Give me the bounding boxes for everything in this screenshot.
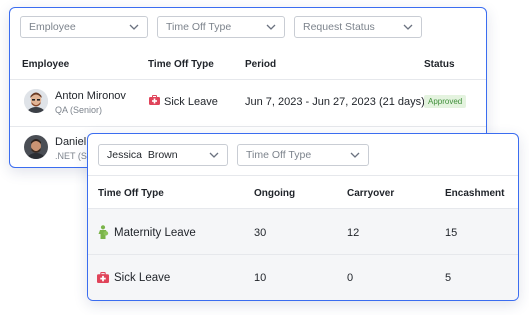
time-off-type-filter-label: Time Off Type [246, 149, 312, 161]
period: Jun 7, 2023 - Jun 27, 2023 (21 days) [245, 96, 425, 108]
time-off-type-filter[interactable]: Time Off Type [237, 144, 369, 166]
column-header-employee[interactable]: Employee [22, 59, 69, 70]
maternity-icon [98, 225, 109, 239]
time-off-type-filter[interactable]: Time Off Type [157, 16, 285, 38]
chevron-down-icon [209, 152, 219, 158]
period-range: Jun 7, 2023 - Jun 27, 2023 [245, 96, 376, 108]
employee-name[interactable]: Anton Mironov [55, 90, 126, 102]
ongoing-value: 10 [254, 272, 267, 284]
ongoing-value: 30 [254, 227, 267, 239]
period-duration: (21 days) [378, 96, 425, 108]
time-off-type: Maternity Leave [114, 227, 196, 239]
chevron-down-icon [266, 24, 276, 30]
employee-role: QA (Senior) [55, 105, 103, 115]
time-off-type: Sick Leave [164, 96, 218, 108]
row-divider [88, 175, 518, 176]
request-status-filter-label: Request Status [303, 21, 375, 33]
employee-filter[interactable]: Employee [20, 16, 148, 38]
row-divider [10, 126, 486, 127]
carryover-value: 12 [347, 227, 360, 239]
employee-filter-label: Employee [29, 21, 76, 33]
column-header-time-off-type[interactable]: Time Off Type [98, 188, 164, 199]
chevron-down-icon [350, 152, 360, 158]
avatar [24, 135, 48, 159]
time-off-type: Sick Leave [114, 272, 171, 284]
employee-select[interactable]: Jessica Brown [98, 144, 228, 166]
request-status-filter[interactable]: Request Status [294, 16, 422, 38]
column-header-ongoing[interactable]: Ongoing [254, 188, 295, 199]
column-header-time-off-type[interactable]: Time Off Type [148, 59, 214, 70]
chevron-down-icon [129, 24, 139, 30]
column-header-carryover[interactable]: Carryover [347, 188, 394, 199]
column-header-period[interactable]: Period [245, 59, 276, 70]
employee-select-value: Jessica Brown [107, 149, 178, 161]
employee-name[interactable]: Daniel [55, 136, 86, 148]
table-row[interactable]: Maternity Leave 30 12 15 [88, 208, 518, 255]
time-off-balance-panel: Jessica Brown Time Off Type Time Off Typ… [87, 133, 519, 301]
column-header-status[interactable]: Status [424, 59, 455, 70]
medical-kit-icon [97, 272, 109, 283]
time-off-type-filter-label: Time Off Type [166, 21, 232, 33]
column-header-encashment[interactable]: Encashment [445, 188, 504, 199]
medical-kit-icon [149, 95, 160, 105]
encashment-value: 5 [445, 272, 452, 284]
carryover-value: 0 [347, 272, 354, 284]
status-badge: Approved [424, 95, 467, 108]
table-row[interactable]: Sick Leave 10 0 5 [88, 255, 518, 300]
encashment-value: 15 [445, 227, 458, 239]
row-divider [10, 79, 486, 80]
chevron-down-icon [403, 24, 413, 30]
avatar [24, 89, 48, 113]
